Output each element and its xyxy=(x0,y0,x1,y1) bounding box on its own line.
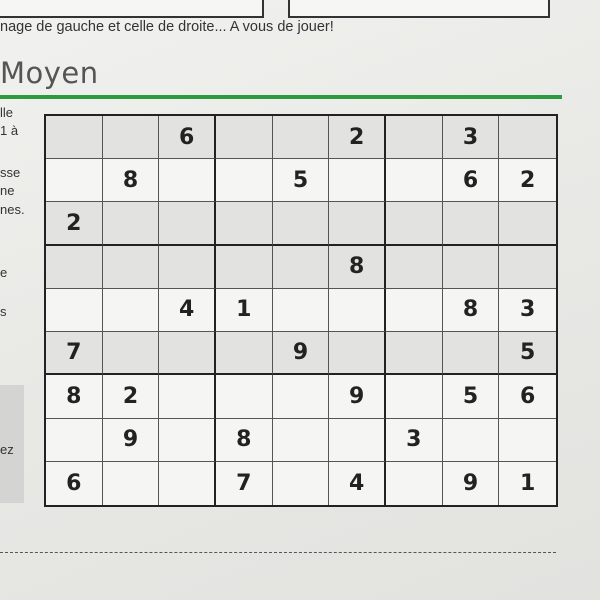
sudoku-cell xyxy=(273,461,330,505)
side-fragment: ne xyxy=(0,183,15,198)
sudoku-cell xyxy=(386,159,443,203)
sudoku-cell: 3 xyxy=(386,418,443,462)
side-fragment: lle xyxy=(0,105,14,120)
heading-rule xyxy=(0,95,562,99)
sudoku-grid: 62385622841837958295698367491 xyxy=(44,114,558,507)
sudoku-cell: 4 xyxy=(159,288,216,333)
sudoku-cell: 2 xyxy=(46,202,103,246)
sudoku-cell: 6 xyxy=(46,461,103,505)
side-fragment: s xyxy=(0,304,7,319)
sudoku-cell xyxy=(329,202,386,246)
sudoku-cell: 1 xyxy=(520,470,536,496)
sudoku-cell xyxy=(329,288,386,333)
sudoku-cell xyxy=(46,245,103,289)
sudoku-cell: 6 xyxy=(159,116,216,160)
side-fragment: nes. xyxy=(0,202,25,217)
sudoku-cell xyxy=(159,418,216,462)
sudoku-cell xyxy=(329,332,386,376)
sudoku-cell xyxy=(46,288,103,333)
sudoku-cell xyxy=(272,116,330,160)
sudoku-cell xyxy=(46,159,103,203)
sudoku-cell xyxy=(272,288,330,333)
sudoku-cell xyxy=(499,202,556,246)
previous-puzzle-frame-right xyxy=(288,0,550,18)
sudoku-cell xyxy=(499,116,556,160)
sudoku-cell xyxy=(102,332,160,376)
sudoku-cell xyxy=(159,159,216,203)
sudoku-cell: 6 xyxy=(499,375,556,419)
sudoku-cell: 8 xyxy=(329,245,386,289)
sudoku-cell: 2 xyxy=(499,159,556,203)
sudoku-cell xyxy=(216,202,273,246)
sudoku-cell: 5 xyxy=(442,375,500,419)
sudoku-cell xyxy=(216,245,273,289)
side-fragment: 1 à xyxy=(0,123,19,138)
side-fragment: ez xyxy=(0,442,14,457)
sudoku-cell: 8 xyxy=(46,375,103,419)
previous-puzzle-frame-left xyxy=(0,0,264,18)
sudoku-cell: 9 xyxy=(329,375,386,419)
sudoku-cell xyxy=(216,116,273,160)
difficulty-heading: Moyen xyxy=(0,56,99,90)
sudoku-cell xyxy=(272,245,330,289)
sudoku-cell: 1 xyxy=(216,288,273,333)
sudoku-cell xyxy=(386,375,443,419)
sudoku-cell: 2 xyxy=(329,116,386,160)
sudoku-cell xyxy=(102,116,160,160)
sudoku-cell xyxy=(442,202,500,246)
sudoku-cell: 9 xyxy=(443,461,500,505)
sudoku-cell xyxy=(46,116,103,160)
sudoku-cell: 7 xyxy=(46,332,103,376)
sudoku-cell xyxy=(216,332,273,376)
sudoku-cell: 9 xyxy=(102,418,160,462)
sudoku-cell: 9 xyxy=(272,332,330,376)
intro-text: nage de gauche et celle de droite... A v… xyxy=(0,19,334,35)
side-fragment: e xyxy=(0,265,8,280)
sudoku-cell xyxy=(386,202,443,246)
sudoku-cell xyxy=(216,159,273,203)
sudoku-cell: 5 xyxy=(272,159,330,203)
sudoku-cell: 3 xyxy=(442,116,500,160)
sudoku-cell xyxy=(442,418,500,462)
sudoku-cell xyxy=(102,288,160,333)
sudoku-cell xyxy=(386,461,443,505)
sudoku-cell xyxy=(442,245,500,289)
sudoku-cell xyxy=(159,202,216,246)
sudoku-cell: 5 xyxy=(499,332,556,376)
sudoku-cell xyxy=(102,245,160,289)
sudoku-cells: 62385622841837958295698367491 xyxy=(46,116,556,505)
sudoku-cell xyxy=(159,245,216,289)
side-fragment: sse xyxy=(0,165,21,180)
sudoku-cell xyxy=(329,159,386,203)
sudoku-cell xyxy=(386,245,443,289)
sudoku-cell xyxy=(386,332,443,376)
sudoku-cell xyxy=(499,419,556,462)
sudoku-cell xyxy=(329,418,386,462)
sudoku-cell xyxy=(386,116,443,160)
sudoku-cell: 7 xyxy=(216,461,273,505)
sudoku-cell xyxy=(46,418,103,462)
sudoku-cell: 6 xyxy=(442,159,500,203)
dashed-divider xyxy=(0,552,556,553)
sudoku-cell xyxy=(159,375,216,419)
sudoku-cell xyxy=(272,375,330,419)
sudoku-cell: 8 xyxy=(216,418,273,462)
sudoku-cell: 8 xyxy=(442,288,500,333)
sudoku-cell: 4 xyxy=(329,461,386,505)
sudoku-cell: 3 xyxy=(499,289,556,333)
sudoku-cell xyxy=(102,202,160,246)
sudoku-cell: 8 xyxy=(102,159,160,203)
sudoku-cell xyxy=(499,245,556,289)
sudoku-cell xyxy=(442,332,500,376)
sudoku-cell xyxy=(159,461,216,505)
sudoku-cell xyxy=(386,288,443,333)
sudoku-cell xyxy=(272,418,330,462)
sudoku-cell xyxy=(103,461,160,505)
sudoku-cell xyxy=(159,332,216,376)
sudoku-cell xyxy=(216,375,273,419)
sudoku-cell xyxy=(272,202,330,246)
sudoku-cell: 2 xyxy=(102,375,160,419)
